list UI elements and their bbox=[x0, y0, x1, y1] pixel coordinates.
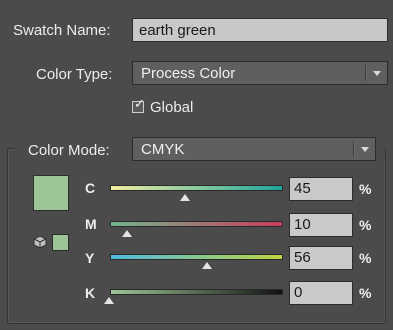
global-label: Global bbox=[150, 99, 194, 116]
color-preview-swatch bbox=[33, 175, 69, 211]
chevron-down-icon bbox=[361, 147, 369, 152]
percent-label-k: % bbox=[359, 285, 372, 301]
cyan-value-input[interactable]: 45 bbox=[289, 177, 353, 201]
channel-label-k: K bbox=[85, 285, 96, 301]
chevron-down-icon bbox=[373, 71, 381, 76]
global-checkbox[interactable]: ✓ bbox=[132, 97, 145, 113]
cyan-slider-track[interactable] bbox=[110, 185, 283, 191]
color-mode-dropdown[interactable]: CMYK bbox=[132, 137, 376, 161]
magenta-slider-thumb[interactable] bbox=[122, 230, 132, 237]
percent-label-c: % bbox=[359, 181, 372, 197]
black-slider-thumb[interactable] bbox=[104, 297, 114, 304]
color-mode-label: Color Mode: bbox=[28, 142, 110, 159]
channel-label-m: M bbox=[85, 216, 97, 232]
cube-icon[interactable] bbox=[33, 235, 47, 249]
yellow-value-input[interactable]: 56 bbox=[289, 246, 353, 270]
color-type-label: Color Type: bbox=[36, 66, 113, 83]
swatch-name-input[interactable]: earth green bbox=[132, 18, 388, 42]
channel-label-c: C bbox=[85, 180, 96, 196]
magenta-slider-track[interactable] bbox=[110, 221, 283, 227]
color-type-value: Process Color bbox=[141, 65, 236, 82]
yellow-slider-track[interactable] bbox=[110, 254, 283, 260]
magenta-value-input[interactable]: 10 bbox=[289, 213, 353, 237]
black-slider-track[interactable] bbox=[110, 289, 283, 295]
cyan-slider-thumb[interactable] bbox=[180, 194, 190, 201]
swatch-name-label: Swatch Name: bbox=[13, 22, 111, 39]
yellow-slider-thumb[interactable] bbox=[202, 262, 212, 269]
channel-label-y: Y bbox=[85, 250, 95, 266]
dropdown-separator bbox=[353, 141, 355, 157]
black-value-input[interactable]: 0 bbox=[289, 281, 353, 305]
percent-label-m: % bbox=[359, 217, 372, 233]
color-mode-value: CMYK bbox=[141, 141, 185, 158]
dropdown-separator bbox=[365, 65, 367, 81]
percent-label-y: % bbox=[359, 250, 372, 266]
color-type-dropdown[interactable]: Process Color bbox=[132, 61, 388, 85]
gamut-warning-swatch[interactable] bbox=[52, 234, 69, 251]
